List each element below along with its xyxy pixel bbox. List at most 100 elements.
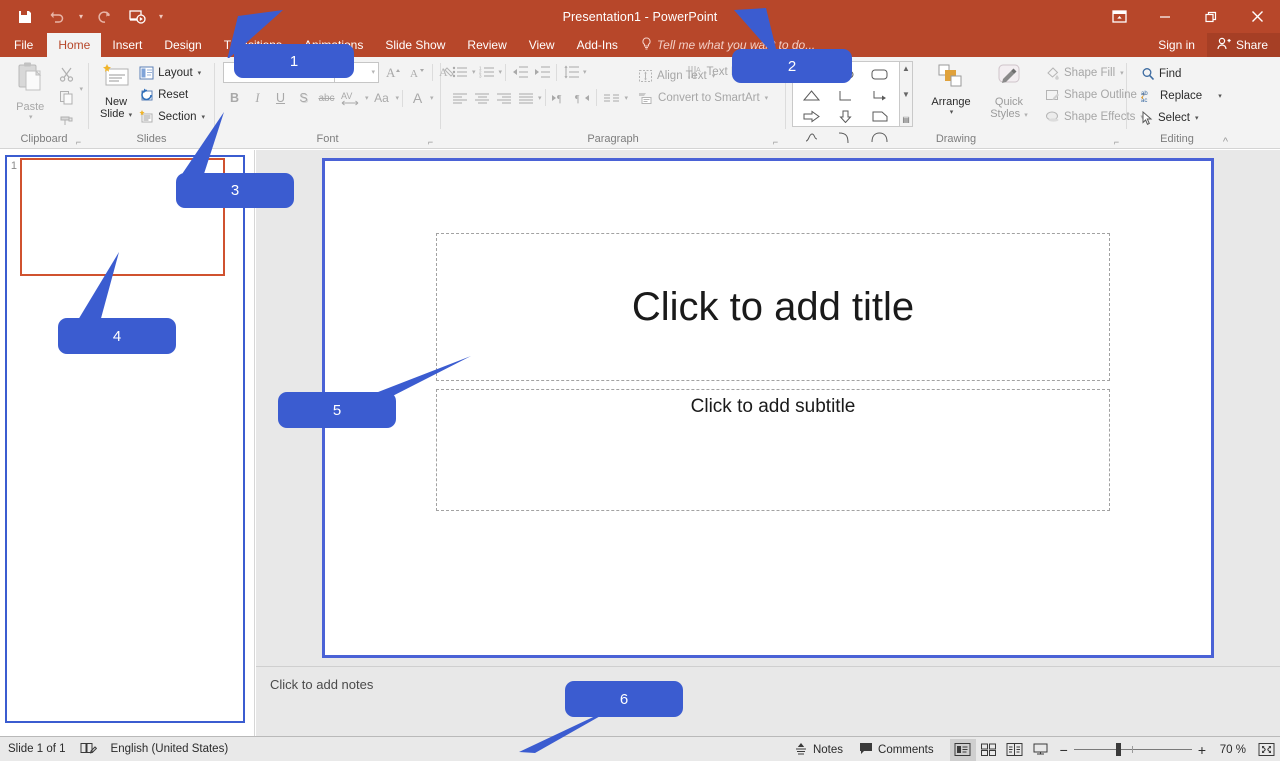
save-icon[interactable] <box>10 4 40 30</box>
justify-dropdown-icon[interactable]: ▾ <box>538 94 542 102</box>
tab-insert[interactable]: Insert <box>101 33 153 57</box>
zoom-in-button[interactable]: + <box>1198 742 1206 758</box>
spell-check-icon[interactable] <box>80 741 97 758</box>
replace-button[interactable]: ab ac Replace ▾ <box>1137 85 1226 107</box>
shape-triangle-icon[interactable] <box>794 85 828 106</box>
zoom-level-label[interactable]: 70 % <box>1212 744 1252 756</box>
language-label[interactable]: English (United States) <box>111 743 229 755</box>
align-right-button[interactable] <box>493 87 515 108</box>
subtitle-placeholder[interactable]: Click to add subtitle <box>436 389 1110 511</box>
shape-rounded-rectangle-icon[interactable] <box>862 64 896 85</box>
clipboard-dialog-launcher-icon[interactable]: ⌐ <box>73 137 84 148</box>
start-from-beginning-icon[interactable] <box>122 4 152 30</box>
tab-view[interactable]: View <box>518 33 566 57</box>
tab-home[interactable]: Home <box>47 33 102 57</box>
tab-file[interactable]: File <box>0 33 48 57</box>
line-spacing-button[interactable] <box>560 62 582 83</box>
share-button[interactable]: Share <box>1206 33 1280 57</box>
slide-sorter-view-button[interactable] <box>976 739 1002 761</box>
undo-icon[interactable] <box>42 4 72 30</box>
shape-elbow-connector-icon[interactable] <box>862 85 896 106</box>
paragraph-dialog-launcher-icon[interactable]: ⌐ <box>770 137 781 148</box>
reading-view-button[interactable] <box>1002 739 1028 761</box>
align-center-button[interactable] <box>471 87 493 108</box>
sign-in-button[interactable]: Sign in <box>1146 38 1207 52</box>
strikethrough-button[interactable]: abc <box>315 87 338 109</box>
text-shadow-button[interactable]: S <box>292 87 315 109</box>
minimize-icon[interactable] <box>1142 0 1188 33</box>
shapes-scroll-up-icon[interactable]: ▲ <box>902 64 910 73</box>
font-size-dropdown-icon[interactable]: ▾ <box>371 68 375 76</box>
copy-icon[interactable] <box>54 87 78 107</box>
zoom-out-button[interactable]: − <box>1060 742 1068 758</box>
cut-icon[interactable] <box>54 64 78 84</box>
line-spacing-dropdown-icon[interactable]: ▾ <box>583 68 587 76</box>
rtl-direction-button[interactable]: ¶ <box>571 87 593 108</box>
tab-design[interactable]: Design <box>153 33 212 57</box>
ribbon-display-options-icon[interactable] <box>1096 0 1142 33</box>
reset-button[interactable]: Reset <box>135 84 209 106</box>
copy-dropdown-icon[interactable]: ▾ <box>79 85 83 93</box>
change-case-dropdown-icon[interactable]: ▾ <box>396 94 400 102</box>
numbering-button[interactable]: 123 <box>476 62 498 83</box>
redo-icon[interactable] <box>90 4 120 30</box>
decrease-font-size-button[interactable]: A <box>406 61 429 83</box>
slide-thumbnail-panel[interactable]: 1 <box>0 150 255 736</box>
underline-button[interactable]: U <box>269 87 292 109</box>
shape-down-arrow-icon[interactable] <box>828 106 862 127</box>
convert-to-smartart-button[interactable]: Convert to SmartArt ▾ <box>634 87 772 109</box>
font-dialog-launcher-icon[interactable]: ⌐ <box>425 137 436 148</box>
font-color-dropdown-icon[interactable]: ▾ <box>430 94 434 102</box>
change-case-button[interactable]: Aa <box>369 87 395 109</box>
new-slide-button[interactable]: New Slide ▾ <box>97 61 135 122</box>
undo-dropdown-icon[interactable]: ▾ <box>74 4 88 30</box>
notes-toggle-button[interactable]: Notes <box>786 737 851 761</box>
shape-right-arrow-icon[interactable] <box>794 106 828 127</box>
zoom-slider-knob[interactable] <box>1115 743 1121 756</box>
justify-button[interactable] <box>515 87 537 108</box>
drawing-dialog-launcher-icon[interactable]: ⌐ <box>1111 137 1122 148</box>
tab-slide-show[interactable]: Slide Show <box>374 33 456 57</box>
font-color-button[interactable]: A <box>406 87 429 109</box>
normal-view-button[interactable] <box>949 738 976 761</box>
slide-show-view-button[interactable] <box>1028 739 1054 761</box>
shape-pentagon-icon[interactable] <box>862 106 896 127</box>
tab-review[interactable]: Review <box>456 33 517 57</box>
notes-pane[interactable]: Click to add notes <box>256 666 1280 736</box>
columns-button[interactable] <box>600 87 624 108</box>
find-button[interactable]: Find <box>1137 63 1226 85</box>
format-painter-icon[interactable] <box>54 110 78 130</box>
shapes-gallery-scrollbar[interactable]: ▲ ▼ ▤ <box>900 61 913 127</box>
slide-count-label[interactable]: Slide 1 of 1 <box>8 743 66 755</box>
increase-font-size-button[interactable]: A <box>383 61 406 83</box>
align-left-button[interactable] <box>449 87 471 108</box>
numbering-dropdown-icon[interactable]: ▾ <box>499 68 503 76</box>
zoom-track[interactable] <box>1073 737 1192 761</box>
increase-indent-button[interactable] <box>531 62 553 83</box>
zoom-slider[interactable]: − + <box>1054 737 1212 761</box>
italic-button[interactable]: I <box>246 87 269 109</box>
shapes-more-icon[interactable]: ▤ <box>902 115 910 124</box>
shape-right-angle-icon[interactable] <box>828 85 862 106</box>
paste-button[interactable]: Paste ▾ <box>6 61 54 121</box>
fit-to-window-button[interactable] <box>1252 742 1280 757</box>
paste-dropdown-icon[interactable]: ▾ <box>29 113 33 121</box>
bullets-button[interactable] <box>449 62 471 83</box>
arrange-button[interactable]: Arrange ▾ <box>923 61 979 116</box>
quick-styles-button[interactable]: Quick Styles ▾ <box>981 61 1037 122</box>
collapse-ribbon-icon[interactable]: ^ <box>1220 137 1231 148</box>
restore-icon[interactable] <box>1188 0 1234 33</box>
bold-button[interactable]: B <box>223 87 246 109</box>
ltr-direction-button[interactable]: ¶ <box>549 87 571 108</box>
columns-dropdown-icon[interactable]: ▾ <box>625 94 629 102</box>
shapes-scroll-down-icon[interactable]: ▼ <box>902 90 910 99</box>
comments-toggle-button[interactable]: Comments <box>851 737 942 761</box>
tab-add-ins[interactable]: Add-Ins <box>566 33 629 57</box>
customize-quick-access-toolbar-icon[interactable]: ▾ <box>154 4 168 30</box>
layout-button[interactable]: Layout ▾ <box>135 62 209 84</box>
title-placeholder[interactable]: Click to add title <box>436 233 1110 381</box>
character-spacing-button[interactable]: AV <box>338 87 364 109</box>
decrease-indent-button[interactable] <box>509 62 531 83</box>
close-icon[interactable] <box>1234 0 1280 33</box>
select-button[interactable]: Select ▾ <box>1137 107 1226 129</box>
